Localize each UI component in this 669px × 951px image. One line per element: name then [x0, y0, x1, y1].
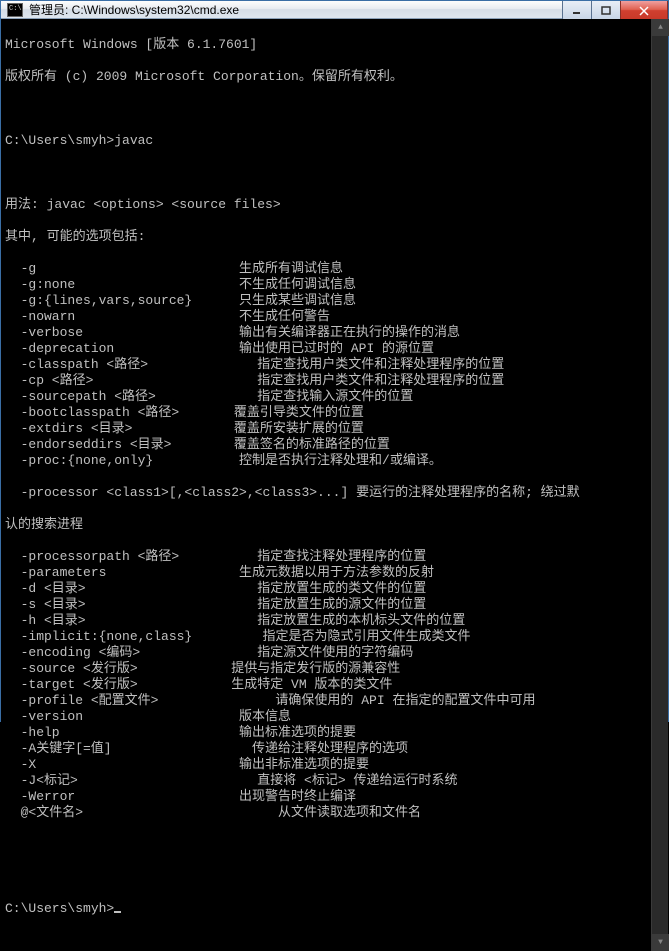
option-row: -version 版本信息	[5, 709, 664, 725]
minimize-icon	[572, 6, 582, 16]
option-row: -encoding <编码> 指定源文件使用的字符编码	[5, 645, 664, 661]
options-header: 其中, 可能的选项包括:	[5, 229, 664, 245]
cursor	[114, 911, 121, 913]
banner-line: Microsoft Windows [版本 6.1.7601]	[5, 37, 664, 53]
option-row: -nowarn 不生成任何警告	[5, 309, 664, 325]
maximize-icon	[601, 6, 611, 16]
option-row: -endorseddirs <目录> 覆盖签名的标准路径的位置	[5, 437, 664, 453]
option-row: -processorpath <路径> 指定查找注释处理程序的位置	[5, 549, 664, 565]
option-row: -g:{lines,vars,source} 只生成某些调试信息	[5, 293, 664, 309]
option-row: -g 生成所有调试信息	[5, 261, 664, 277]
option-row: -extdirs <目录> 覆盖所安装扩展的位置	[5, 421, 664, 437]
blank-line	[5, 869, 664, 885]
prompt-path: C:\Users\smyh>	[5, 133, 114, 148]
option-row: -target <发行版> 生成特定 VM 版本的类文件	[5, 677, 664, 693]
terminal-body: Microsoft Windows [版本 6.1.7601] 版权所有 (c)…	[1, 19, 668, 951]
option-row: -implicit:{none,class} 指定是否为隐式引用文件生成类文件	[5, 629, 664, 645]
scroll-up-button[interactable]: ▲	[652, 19, 669, 36]
terminal[interactable]: Microsoft Windows [版本 6.1.7601] 版权所有 (c)…	[1, 19, 668, 951]
scrollbar[interactable]: ▲ ▼	[651, 19, 668, 951]
prompt-line: C:\Users\smyh>javac	[5, 133, 664, 149]
maximize-button[interactable]	[591, 1, 621, 21]
option-row: -J<标记> 直接将 <标记> 传递给运行时系统	[5, 773, 664, 789]
option-row: -bootclasspath <路径> 覆盖引导类文件的位置	[5, 405, 664, 421]
blank-line	[5, 101, 664, 117]
option-row: -verbose 输出有关编译器正在执行的操作的消息	[5, 325, 664, 341]
close-icon	[638, 6, 650, 16]
close-button[interactable]	[620, 1, 668, 21]
banner-line: 版权所有 (c) 2009 Microsoft Corporation。保留所有…	[5, 69, 664, 85]
processor-line: -processor <class1>[,<class2>,<class3>..…	[5, 485, 664, 501]
option-row: -X 输出非标准选项的提要	[5, 757, 664, 773]
window-controls	[563, 1, 668, 21]
scroll-down-button[interactable]: ▼	[652, 934, 669, 951]
cmd-window: 管理员: C:\Windows\system32\cmd.exe Microso…	[0, 0, 669, 722]
processor-cont: 认的搜索进程	[5, 517, 664, 533]
option-row: -d <目录> 指定放置生成的类文件的位置	[5, 581, 664, 597]
cmd-icon	[7, 3, 23, 17]
prompt-cmd: javac	[114, 133, 153, 148]
prompt-path: C:\Users\smyh>	[5, 901, 114, 916]
option-row: -classpath <路径> 指定查找用户类文件和注释处理程序的位置	[5, 357, 664, 373]
option-row: -help 输出标准选项的提要	[5, 725, 664, 741]
option-row: -Werror 出现警告时终止编译	[5, 789, 664, 805]
option-row: -h <目录> 指定放置生成的本机标头文件的位置	[5, 613, 664, 629]
option-row: -source <发行版> 提供与指定发行版的源兼容性	[5, 661, 664, 677]
option-row: -s <目录> 指定放置生成的源文件的位置	[5, 597, 664, 613]
option-row: -parameters 生成元数据以用于方法参数的反射	[5, 565, 664, 581]
option-row: -cp <路径> 指定查找用户类文件和注释处理程序的位置	[5, 373, 664, 389]
option-row: -g:none 不生成任何调试信息	[5, 277, 664, 293]
blank-line	[5, 837, 664, 853]
option-row: -deprecation 输出使用已过时的 API 的源位置	[5, 341, 664, 357]
option-row: -A关键字[=值] 传递给注释处理程序的选项	[5, 741, 664, 757]
usage-line: 用法: javac <options> <source files>	[5, 197, 664, 213]
titlebar[interactable]: 管理员: C:\Windows\system32\cmd.exe	[1, 1, 668, 19]
option-row: -proc:{none,only} 控制是否执行注释处理和/或编译。	[5, 453, 664, 469]
blank-line	[5, 165, 664, 181]
titlebar-text: 管理员: C:\Windows\system32\cmd.exe	[29, 1, 239, 18]
option-row: -profile <配置文件> 请确保使用的 API 在指定的配置文件中可用	[5, 693, 664, 709]
minimize-button[interactable]	[562, 1, 592, 21]
option-row: @<文件名> 从文件读取选项和文件名	[5, 805, 664, 821]
prompt-line: C:\Users\smyh>	[5, 901, 664, 917]
option-row: -sourcepath <路径> 指定查找输入源文件的位置	[5, 389, 664, 405]
